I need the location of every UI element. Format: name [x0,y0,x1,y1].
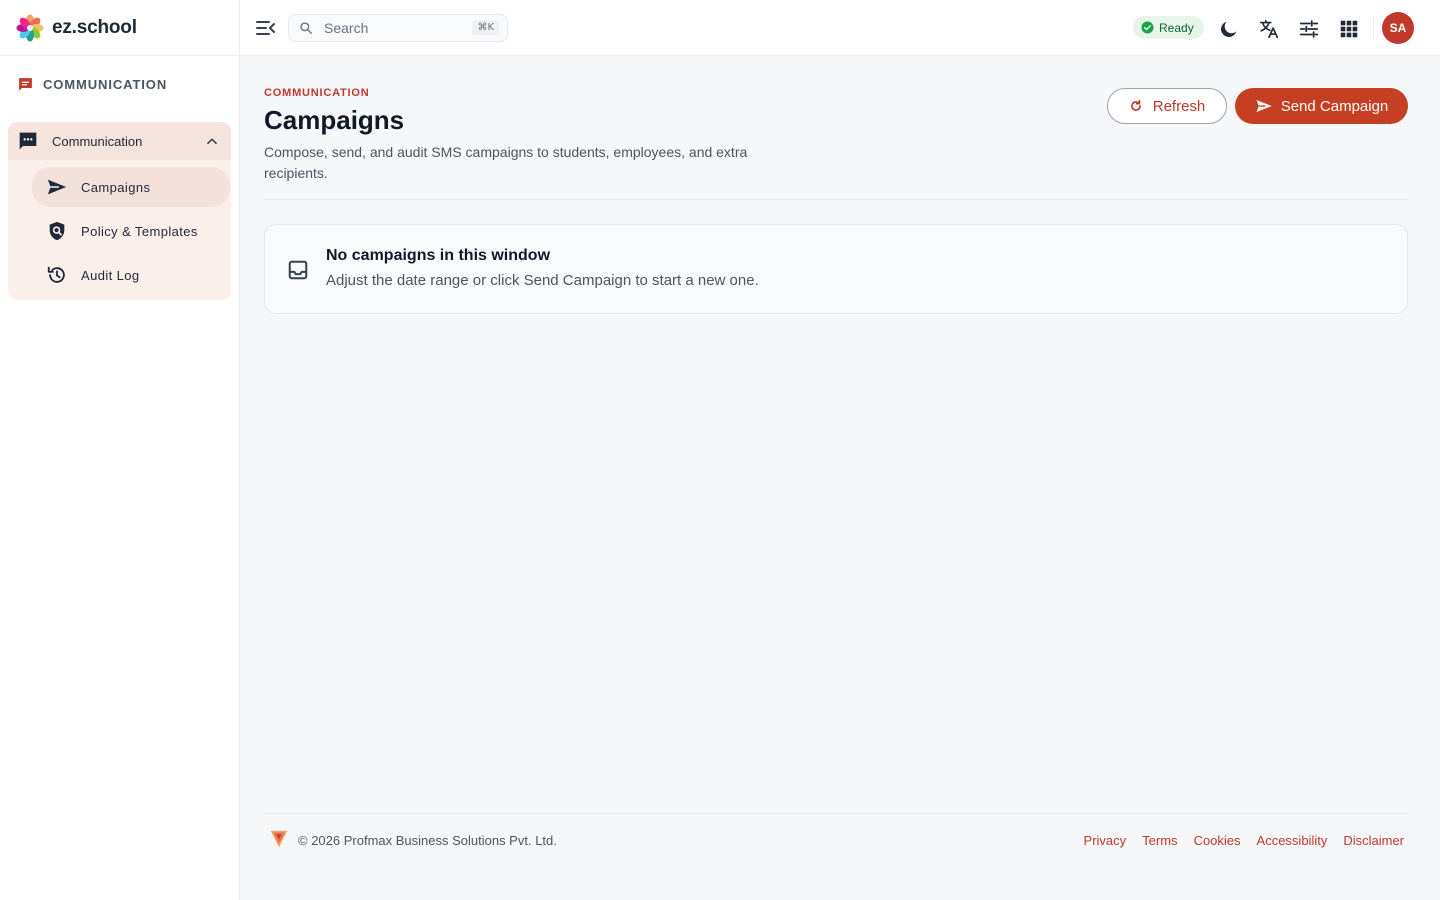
status-label: Ready [1159,20,1194,35]
chat-icon [19,77,32,91]
topbar: Search ⌘K Ready SA [240,0,1440,56]
sidebar-section-label: COMMUNICATION [43,76,168,92]
sidebar-item-policy-templates[interactable]: Policy & Templates [32,211,230,251]
page-title: Campaigns [264,105,405,135]
search-icon [300,22,312,34]
send-icon [47,179,67,195]
page-eyebrow: COMMUNICATION [264,87,370,99]
empty-state-card: No campaigns in this window Adjust the d… [264,224,1408,314]
sidebar-item-label: Policy & Templates [81,223,198,239]
sidebar-item-label: Campaigns [81,179,151,195]
menu-collapse-icon[interactable] [256,19,276,37]
sidebar-item-label: Audit Log [81,267,140,283]
footer-copyright: © 2026 Profmax Business Solutions Pvt. L… [298,833,557,848]
settings-sliders-icon[interactable] [1298,18,1320,40]
flower-logo-icon [16,14,44,41]
sidebar-item-audit-log[interactable]: Audit Log [32,255,230,295]
send-icon [1256,100,1272,112]
send-campaign-label: Send Campaign [1280,97,1389,115]
footer-links: Privacy Terms Cookies Accessibility Disc… [1084,833,1404,848]
sidebar-item-campaigns[interactable]: Campaigns [32,167,230,207]
sidebar-group-label: Communication [52,133,143,149]
send-campaign-button[interactable]: Send Campaign [1235,88,1408,124]
footer-link-cookies[interactable]: Cookies [1194,833,1241,848]
refresh-label: Refresh [1152,97,1206,115]
search-input[interactable]: Search ⌘K [288,14,508,42]
footer-divider [264,813,1408,814]
profmax-logo-icon [270,830,288,848]
footer-link-terms[interactable]: Terms [1142,833,1177,848]
chat-bubble-icon [19,132,37,150]
empty-state-subtitle: Adjust the date range or click Send Camp… [326,272,759,289]
header-divider [264,199,1408,200]
topbar-divider [1373,16,1374,40]
page-subtitle: Compose, send, and audit SMS campaigns t… [264,144,748,181]
translate-icon[interactable] [1258,18,1280,40]
chevron-up-icon [207,138,217,145]
refresh-button[interactable]: Refresh [1107,88,1227,124]
avatar[interactable]: SA [1382,12,1414,44]
history-icon [47,266,65,283]
brand-name: ez.school [52,16,137,38]
dark-mode-icon[interactable] [1218,18,1240,40]
sidebar-section-header: COMMUNICATION [0,56,239,112]
check-circle-icon [1141,21,1154,34]
footer-link-disclaimer[interactable]: Disclaimer [1343,833,1404,848]
footer-link-accessibility[interactable]: Accessibility [1257,833,1328,848]
sidebar-group-communication: Communication Campaigns Policy & Templat… [8,122,231,300]
empty-state-title: No campaigns in this window [326,247,551,264]
status-badge: Ready [1133,16,1204,39]
sidebar: ez.school COMMUNICATION Communication Ca… [0,0,240,900]
inbox-icon [288,260,308,280]
brand[interactable]: ez.school [0,0,239,56]
shield-search-icon [49,221,65,241]
apps-grid-icon[interactable] [1338,18,1360,40]
footer-link-privacy[interactable]: Privacy [1084,833,1127,848]
sidebar-group-toggle[interactable]: Communication [8,122,231,160]
search-shortcut: ⌘K [472,20,499,35]
search-placeholder: Search [324,20,369,36]
refresh-icon [1130,99,1141,111]
